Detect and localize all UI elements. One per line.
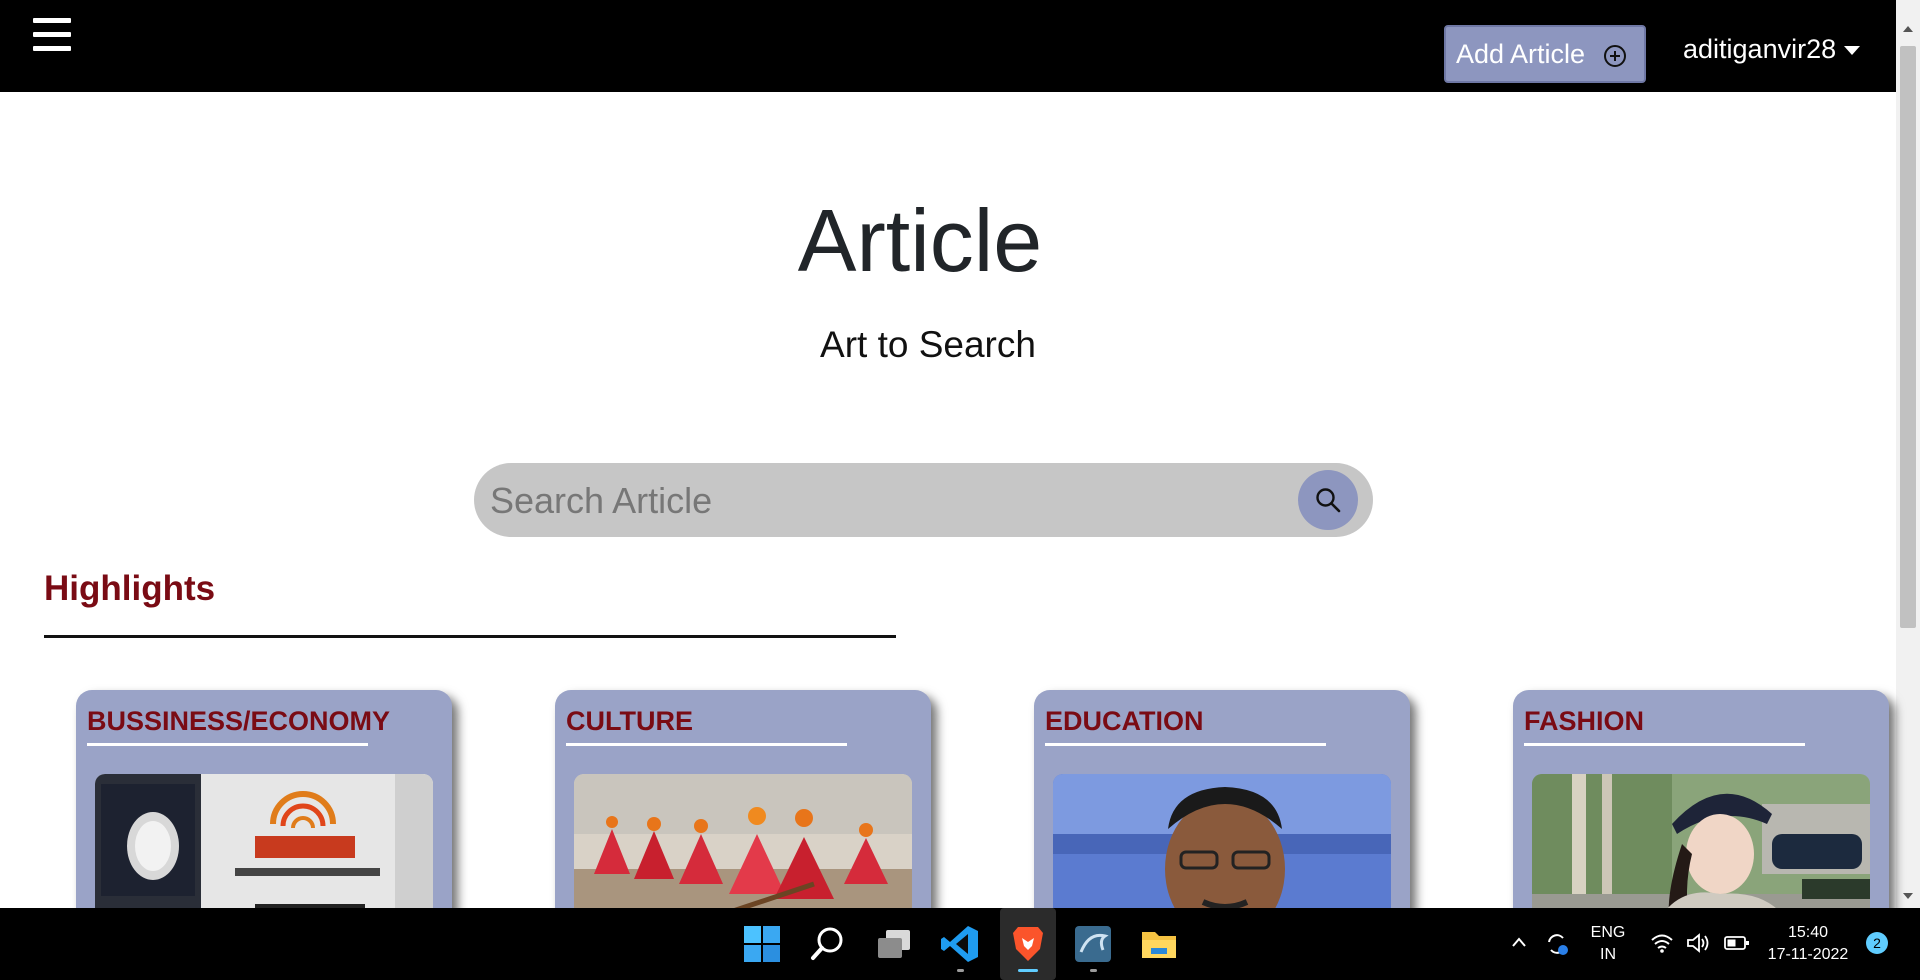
clock-time: 15:40: [1787, 924, 1829, 941]
card-divider: [87, 743, 368, 746]
search-input[interactable]: [488, 463, 1272, 539]
region-code: IN: [1600, 946, 1616, 963]
running-app-dot: [957, 969, 964, 972]
page-title: Article: [797, 191, 1043, 290]
card-title: EDUCATION: [1045, 706, 1204, 736]
plus-circle-icon: [1604, 45, 1626, 67]
card-image: [1532, 774, 1870, 930]
battery-icon[interactable]: [1724, 935, 1750, 951]
active-app-indicator: [1018, 969, 1038, 972]
card-title: FASHION: [1524, 706, 1645, 736]
vscode-icon[interactable]: [940, 924, 980, 964]
card-divider: [1045, 743, 1326, 746]
card-title: CULTURE: [566, 706, 693, 736]
card-title: BUSSINESS/ECONOMY: [87, 706, 391, 736]
sync-icon[interactable]: [1543, 930, 1571, 958]
highlights-divider: [44, 635, 896, 638]
category-card-business[interactable]: BUSSINESS/ECONOMY: [76, 690, 452, 930]
search-bar: [474, 463, 1373, 539]
user-dropdown[interactable]: aditiganvir28: [1683, 34, 1861, 65]
scroll-down-arrow-icon[interactable]: [1903, 893, 1913, 899]
card-image: [574, 774, 912, 930]
card-divider: [1524, 743, 1805, 746]
running-app-dot: [1090, 969, 1097, 972]
notification-badge[interactable]: 2: [1866, 932, 1888, 954]
category-card-culture[interactable]: CULTURE: [555, 690, 931, 930]
caret-down-icon: [1844, 46, 1861, 55]
hamburger-menu-icon[interactable]: [33, 16, 73, 56]
task-view-icon[interactable]: [874, 924, 914, 964]
brave-browser-icon[interactable]: [1008, 924, 1048, 964]
chevron-up-icon[interactable]: [1511, 936, 1527, 948]
windows-taskbar: ENG IN 15:40 17-11-2022 2: [0, 908, 1920, 980]
scroll-up-arrow-icon[interactable]: [1903, 26, 1913, 32]
card-divider: [566, 743, 847, 746]
card-image: [1053, 774, 1391, 930]
page-scrollbar[interactable]: [1896, 0, 1920, 908]
clock-date: 17-11-2022: [1767, 946, 1849, 963]
wifi-icon[interactable]: [1650, 933, 1674, 953]
clock[interactable]: 15:40 17-11-2022: [1764, 922, 1852, 966]
highlights-heading: Highlights: [44, 569, 216, 608]
mysql-workbench-icon[interactable]: [1073, 924, 1113, 964]
add-article-button[interactable]: Add Article: [1444, 25, 1646, 83]
card-image: [95, 774, 433, 930]
category-card-education[interactable]: EDUCATION: [1034, 690, 1410, 930]
page-subtitle: Art to Search: [820, 324, 1036, 365]
username: aditiganvir28: [1683, 34, 1837, 64]
add-article-label: Add Article: [1456, 38, 1586, 69]
scrollbar-thumb[interactable]: [1900, 46, 1916, 628]
volume-icon[interactable]: [1686, 933, 1710, 953]
file-explorer-icon[interactable]: [1139, 924, 1179, 964]
search-icon: [1316, 488, 1341, 513]
top-navbar: Add Article aditiganvir28: [0, 0, 1896, 92]
search-button[interactable]: [1298, 470, 1358, 530]
language-indicator[interactable]: ENG IN: [1586, 922, 1630, 966]
language-code: ENG: [1590, 924, 1626, 941]
category-card-fashion[interactable]: FASHION: [1513, 690, 1889, 930]
search-icon[interactable]: [808, 924, 848, 964]
windows-start-icon[interactable]: [742, 924, 782, 964]
